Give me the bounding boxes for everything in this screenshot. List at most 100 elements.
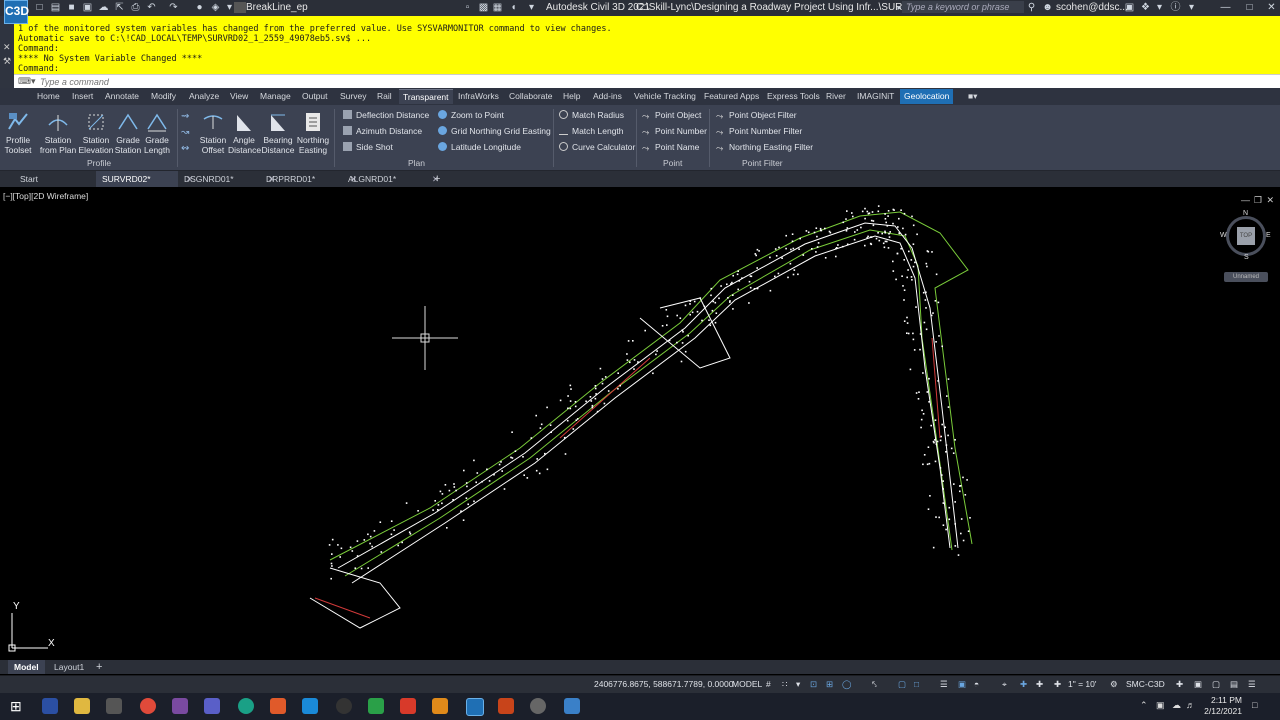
taskbar-app-icon[interactable] <box>42 698 58 714</box>
hardware-accel-icon[interactable]: ▢ <box>1212 679 1220 690</box>
clean-screen-icon[interactable]: ▤ <box>1230 679 1238 690</box>
latitude-longitude-button[interactable]: Latitude Longitude <box>438 141 521 153</box>
tab-survrd02[interactable]: SURVRD02* ✕ <box>96 171 193 187</box>
drawing-viewport[interactable]: [−][Top][2D Wireframe] — ❐ ✕ Y X TOP N S… <box>0 188 1280 658</box>
annotation-scale[interactable]: 1" = 10' <box>1068 679 1097 689</box>
app-logo[interactable]: C3D <box>4 0 29 24</box>
app-icon-red[interactable] <box>400 698 416 714</box>
transparency-icon[interactable]: ☰ <box>940 679 948 690</box>
civil3d-taskbar-icon[interactable] <box>466 698 484 716</box>
point-number-button[interactable]: ⤳ Point Number <box>642 125 707 137</box>
ribbon-tab-rail[interactable]: Rail <box>377 91 392 101</box>
qa-dropdown-icon[interactable]: ▾ <box>526 2 537 13</box>
ribbon-tab-add-ins[interactable]: Add-ins <box>593 91 622 101</box>
workspace-name[interactable]: SMC-C3D <box>1126 679 1165 689</box>
plus-icon[interactable]: ✚ <box>1176 679 1183 690</box>
app-icon-green[interactable] <box>238 698 254 714</box>
store-icon[interactable] <box>106 698 122 714</box>
grid-icon[interactable]: # <box>766 679 771 689</box>
lineweight-icon[interactable]: □ <box>914 679 919 689</box>
start-tab[interactable]: Start <box>14 171 44 187</box>
app-icon-orange[interactable] <box>270 698 286 714</box>
system-clock[interactable]: 2:11 PM 2/12/2021 <box>1204 695 1242 717</box>
snap-dropdown-icon[interactable]: ▾ <box>796 679 800 690</box>
ribbon-tab-analyze[interactable]: Analyze <box>189 91 219 101</box>
ribbon-tab-insert[interactable]: Insert <box>72 91 93 101</box>
ribbon-overflow-icon[interactable]: ■▾ <box>968 91 977 102</box>
app-icon-grey[interactable] <box>530 698 546 714</box>
cloud-icon[interactable]: ☁ <box>98 2 109 13</box>
ribbon-tab-infraworks[interactable]: InfraWorks <box>458 91 499 101</box>
curve-calculator-button[interactable]: Curve Calculator <box>559 141 635 153</box>
print-icon[interactable]: ⎙ <box>130 2 141 13</box>
match-icon[interactable]: ▫ <box>462 2 473 13</box>
ribbon-tab-manage[interactable]: Manage <box>260 91 291 101</box>
tab-model[interactable]: Model <box>8 660 45 674</box>
minimize-icon[interactable]: — <box>1220 2 1231 13</box>
workspace-icon[interactable]: ◖ <box>508 2 519 13</box>
profile-toolset-button[interactable]: Profile Toolset <box>3 111 33 155</box>
tab-layout1[interactable]: Layout1 <box>48 660 90 674</box>
tray-icon-1[interactable]: ▣ <box>1156 700 1165 711</box>
workspace-gear-icon[interactable]: ⚙ <box>1110 679 1118 690</box>
ribbon-tab-home[interactable]: Home <box>37 91 60 101</box>
properties-icon[interactable]: ▩ <box>478 2 489 13</box>
block-icon[interactable]: ▦ <box>492 2 503 13</box>
new-icon[interactable]: □ <box>34 2 45 13</box>
file-explorer-icon[interactable] <box>74 698 90 714</box>
ribbon-tab-geolocation[interactable]: Geolocation <box>900 89 954 104</box>
northing-easting-button[interactable]: Northing Easting <box>296 111 330 155</box>
ribbon-tab-output[interactable]: Output <box>302 91 328 101</box>
ribbon-tab-modify[interactable]: Modify <box>151 91 176 101</box>
binoculars-icon[interactable]: ⚲ <box>1026 2 1037 13</box>
compass-e[interactable]: E <box>1266 232 1271 239</box>
customize-icon[interactable]: ☰ <box>1248 679 1256 690</box>
open-icon[interactable]: ▤ <box>50 2 61 13</box>
ribbon-tab-river[interactable]: River <box>826 91 846 101</box>
app-icon-blue[interactable] <box>564 698 580 714</box>
chrome-icon[interactable] <box>140 698 156 714</box>
model-space-toggle[interactable]: MODEL <box>732 679 762 689</box>
tab-dsgnrd01[interactable]: DSGNRD01* ✕ <box>178 171 275 187</box>
grid-northing-easting-button[interactable]: Grid Northing Grid Easting <box>438 125 551 137</box>
selection-cycling-icon[interactable]: ▣ <box>958 679 966 690</box>
cart-icon[interactable]: ▣ <box>1124 2 1135 13</box>
notifications-icon[interactable]: □ <box>1252 700 1257 710</box>
isodraft-icon[interactable]: ◯ <box>842 679 852 690</box>
tab-algnrd01[interactable]: ALGNRD01* ✕ <box>342 171 439 187</box>
annotation-visibility-icon[interactable]: ⌖ <box>1002 679 1007 690</box>
station-elevation-button[interactable]: Station Elevation <box>78 111 114 155</box>
bearing-distance-button[interactable]: Bearing Distance <box>261 111 295 155</box>
point-object-button[interactable]: ⤳ Point Object <box>642 109 701 121</box>
dynamic-ucs-icon[interactable]: ◓ <box>974 679 979 689</box>
side-shot-button[interactable]: Side Shot <box>343 141 393 153</box>
small-tool-icon[interactable]: ⇝ <box>181 111 189 122</box>
compass-w[interactable]: W <box>1220 232 1227 239</box>
polar-icon[interactable]: ⊞ <box>826 679 833 690</box>
station-offset-button[interactable]: Station Offset <box>198 111 228 155</box>
annotation-monitor-icon[interactable]: ✚ <box>1036 679 1043 690</box>
ribbon-tab-survey[interactable]: Survey <box>340 91 366 101</box>
exchange-icon[interactable]: ❖ <box>1140 2 1151 13</box>
ribbon-tab-express-tools[interactable]: Express Tools <box>767 91 820 101</box>
search-input[interactable]: Type a keyword or phrase <box>902 1 1024 13</box>
user-icon[interactable]: ☻ <box>1042 2 1053 13</box>
help-icon[interactable]: ⓘ <box>1170 2 1181 13</box>
deflection-distance-button[interactable]: Deflection Distance <box>343 109 429 121</box>
ribbon-tab-vehicle-tracking[interactable]: Vehicle Tracking <box>634 91 696 101</box>
command-input[interactable] <box>40 76 1240 87</box>
new-layout-plus-icon[interactable]: + <box>90 660 108 674</box>
close-command-icon[interactable]: ✕ <box>3 42 11 53</box>
coordinates-readout[interactable]: 2406776.8675, 588671.7789, 0.0000 <box>594 679 733 689</box>
bulb-icon[interactable]: ● <box>194 2 205 13</box>
point-number-filter-button[interactable]: ⤳ Point Number Filter <box>716 125 802 137</box>
save-as-icon[interactable]: ▣ <box>82 2 93 13</box>
undo-icon[interactable]: ↶ <box>146 2 157 13</box>
close-icon[interactable]: ✕ <box>1266 2 1277 13</box>
wrench-icon[interactable]: ⚒ <box>3 56 11 67</box>
app-icon-purple[interactable] <box>172 698 188 714</box>
autoscale-icon[interactable]: ✚ <box>1020 679 1027 690</box>
ribbon-tab-imaginit[interactable]: IMAGINiT <box>857 91 894 101</box>
powerpoint-icon[interactable] <box>498 698 514 714</box>
match-length-button[interactable]: Match Length <box>559 125 624 137</box>
